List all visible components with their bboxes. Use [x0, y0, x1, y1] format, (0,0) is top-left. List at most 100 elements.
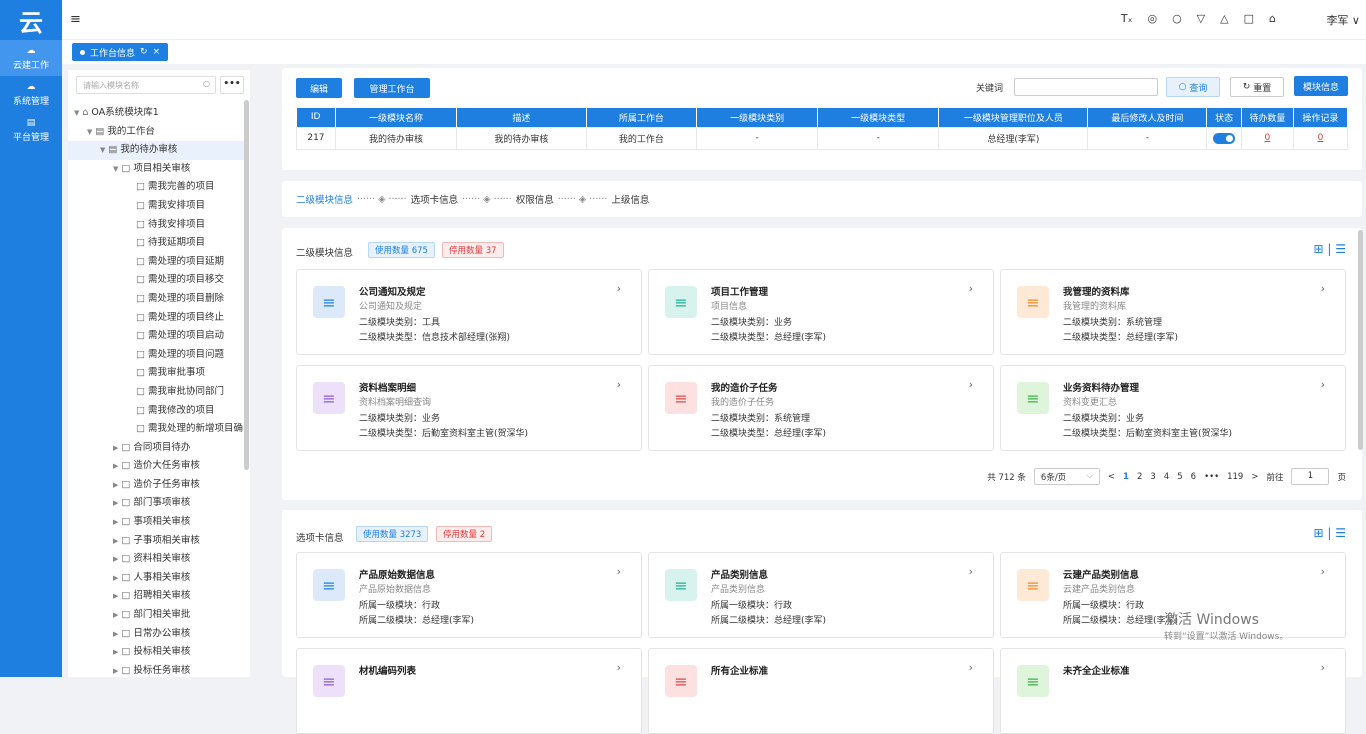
caret-down-icon[interactable]: ▼ — [87, 128, 92, 136]
page-button[interactable]: 119 — [1227, 472, 1243, 482]
caret-right-icon[interactable]: ▶ — [113, 499, 118, 507]
status-toggle[interactable] — [1213, 132, 1236, 144]
caret-right-icon[interactable]: ▶ — [113, 444, 118, 452]
module-info-button[interactable]: 模块信息 — [1294, 76, 1348, 96]
tree-node[interactable]: □ 需我修改的项目 — [68, 402, 244, 421]
tree-node[interactable]: □ 需处理的项目问题 — [68, 346, 244, 365]
caret-right-icon[interactable]: ▶ — [113, 462, 118, 470]
module-search-input[interactable]: 请输入模块名称 ○ — [76, 76, 216, 94]
module-card[interactable]: ≡ 业务资料待办管理 资料变更汇总 二级模块类别：业务 二级模块类型：后勤室资料室主管(… — [1000, 365, 1346, 451]
page-button[interactable]: 1 — [1123, 472, 1129, 482]
tree-node[interactable]: ▼ ▤ 我的工作台 — [68, 123, 244, 142]
tree-node[interactable]: ▶ □ 投标任务审核 — [68, 662, 244, 677]
next-page-button[interactable]: > — [1251, 472, 1258, 482]
caret-right-icon[interactable]: ▶ — [113, 630, 118, 638]
sidebar-item-platform[interactable]: ▤ 平台管理 — [0, 112, 62, 148]
prev-page-button[interactable]: < — [1108, 472, 1115, 482]
tree-node[interactable]: □ 需我审批协同部门 — [68, 383, 244, 402]
caret-down-icon[interactable]: ▼ — [100, 146, 105, 154]
step-secondary-module[interactable]: 二级模块信息 — [296, 192, 353, 206]
module-card[interactable]: ≡ 所有企业标准 › — [648, 648, 994, 734]
step-parent[interactable]: 上级信息 — [611, 192, 649, 206]
menu-toggle-icon[interactable]: ≡ — [70, 12, 81, 27]
module-card[interactable]: ≡ 我的造价子任务 我的造价子任务 二级模块类别：系统管理 二级模块类型：总经理(李军)… — [648, 365, 994, 451]
target-icon[interactable]: ◎ — [1147, 12, 1157, 25]
query-button[interactable]: ○ 查询 — [1166, 77, 1220, 97]
module-card[interactable]: ≡ 材机编码列表 › — [296, 648, 642, 734]
caret-right-icon[interactable]: ▶ — [113, 648, 118, 656]
caret-down-icon[interactable]: ▼ — [74, 109, 79, 117]
caret-right-icon[interactable]: ▶ — [113, 518, 118, 526]
operation-log-link[interactable]: 0 — [1318, 133, 1324, 143]
goto-page-input[interactable]: 1 — [1291, 468, 1330, 485]
tree-node[interactable]: □ 待我安排项目 — [68, 216, 244, 235]
sidebar-item-cloud-work[interactable]: ☁ 云建工作 — [0, 40, 62, 76]
manage-workbench-button[interactable]: 管理工作台 — [354, 78, 430, 98]
tree-node[interactable]: ▶ □ 子事项相关审核 — [68, 532, 244, 551]
refresh-icon[interactable]: ↻ — [140, 47, 148, 57]
caret-down-icon[interactable]: ▼ — [113, 165, 118, 173]
step-permission[interactable]: 权限信息 — [516, 192, 554, 206]
caret-right-icon[interactable]: ▶ — [113, 611, 118, 619]
module-card[interactable]: ≡ 项目工作管理 项目信息 二级模块类别：业务 二级模块类型：总经理(李军) › — [648, 269, 994, 355]
caret-right-icon[interactable]: ▶ — [113, 667, 118, 675]
tree-node[interactable]: □ 需我处理的新增项目确 — [68, 420, 244, 439]
chevron-right-icon[interactable]: › — [1321, 378, 1325, 391]
grid-view-icon[interactable]: ⊞ — [1314, 242, 1324, 256]
module-card[interactable]: ≡ 公司通知及规定 公司通知及规定 二级模块类别：工具 二级模块类型：信息技术部经理(张… — [296, 269, 642, 355]
caret-right-icon[interactable]: ▶ — [113, 481, 118, 489]
tree-node[interactable]: □ 需处理的项目删除 — [68, 290, 244, 309]
tree-node[interactable]: ▶ □ 日常办公审核 — [68, 625, 244, 644]
tree-node[interactable]: □ 待我延期项目 — [68, 234, 244, 253]
caret-right-icon[interactable]: ▶ — [113, 555, 118, 563]
tab-workbench-info[interactable]: 工作台信息 ↻ × — [72, 43, 169, 61]
page-button[interactable]: 2 — [1137, 472, 1142, 482]
page-button[interactable]: 3 — [1150, 472, 1155, 482]
sidebar-item-system[interactable]: ☁ 系统管理 — [0, 76, 62, 112]
tree-node[interactable]: ▶ □ 资料相关审核 — [68, 550, 244, 569]
view-toggle[interactable]: ⊞ | ☰ — [1314, 242, 1347, 256]
chevron-right-icon[interactable]: › — [617, 565, 621, 578]
message-icon[interactable]: □ — [1244, 12, 1254, 25]
edit-button[interactable]: 编辑 — [296, 78, 342, 98]
tree-node[interactable]: ▶ □ 人事相关审核 — [68, 569, 244, 588]
tree-node[interactable]: ▶ □ 造价子任务审核 — [68, 476, 244, 495]
chevron-right-icon[interactable]: › — [617, 282, 621, 295]
tree-node[interactable]: ▼ ⌂ OA系统模块库1 — [68, 104, 244, 123]
tree-node[interactable]: ▶ □ 部门相关审批 — [68, 606, 244, 625]
chevron-right-icon[interactable]: › — [969, 378, 973, 391]
tree-node[interactable]: □ 需我审批事项 — [68, 364, 244, 383]
chevron-right-icon[interactable]: › — [1321, 282, 1325, 295]
module-card[interactable]: ≡ 产品原始数据信息 产品原始数据信息 所属一级模块：行政 所属二级模块：总经理(李军)… — [296, 552, 642, 638]
page-button[interactable]: 4 — [1164, 472, 1169, 482]
list-view-icon[interactable]: ☰ — [1335, 242, 1346, 256]
tree-node[interactable]: ▶ □ 投标相关审核 — [68, 643, 244, 662]
reset-button[interactable]: ↻ 重置 — [1230, 77, 1284, 97]
chevron-right-icon[interactable]: › — [969, 282, 973, 295]
table-row[interactable]: 217 我的待办审核 我的待办审核 我的工作台 - - 总经理(李军) -0 0 — [296, 126, 1349, 150]
user-icon[interactable]: ⌂ — [1269, 12, 1276, 25]
tree-node[interactable]: ▼ □ 项目相关审核 — [68, 160, 244, 179]
tree-node[interactable]: □ 需我完善的项目 — [68, 178, 244, 197]
tree-node[interactable]: □ 需处理的项目延期 — [68, 253, 244, 272]
tree-node[interactable]: ▶ □ 部门事项审核 — [68, 494, 244, 513]
tree-node[interactable]: □ 需我安排项目 — [68, 197, 244, 216]
step-tab-info[interactable]: 选项卡信息 — [411, 192, 459, 206]
caret-right-icon[interactable]: ▶ — [113, 592, 118, 600]
close-icon[interactable]: × — [153, 47, 161, 57]
page-button[interactable]: 6 — [1191, 472, 1196, 482]
user-menu[interactable]: 李军 ∨ — [1326, 12, 1360, 28]
chevron-right-icon[interactable]: › — [617, 661, 621, 674]
tree-node[interactable]: ▶ □ 造价大任务审核 — [68, 457, 244, 476]
main-scrollbar[interactable] — [1358, 230, 1363, 450]
tree-node[interactable]: ▶ □ 招聘相关审核 — [68, 587, 244, 606]
page-size-select[interactable]: 6条/页 ⌵ — [1033, 468, 1100, 485]
font-size-icon[interactable]: Tₓ — [1121, 12, 1133, 25]
view-toggle[interactable]: ⊞ | ☰ — [1314, 526, 1347, 540]
search-icon[interactable]: ○ — [1172, 12, 1182, 25]
tree-node[interactable]: □ 需处理的项目启动 — [68, 327, 244, 346]
tree-node[interactable]: ▶ □ 合同项目待办 — [68, 439, 244, 458]
tree-node[interactable]: □ 需处理的项目终止 — [68, 309, 244, 328]
chevron-right-icon[interactable]: › — [969, 565, 973, 578]
more-button[interactable]: ••• — [220, 76, 244, 94]
